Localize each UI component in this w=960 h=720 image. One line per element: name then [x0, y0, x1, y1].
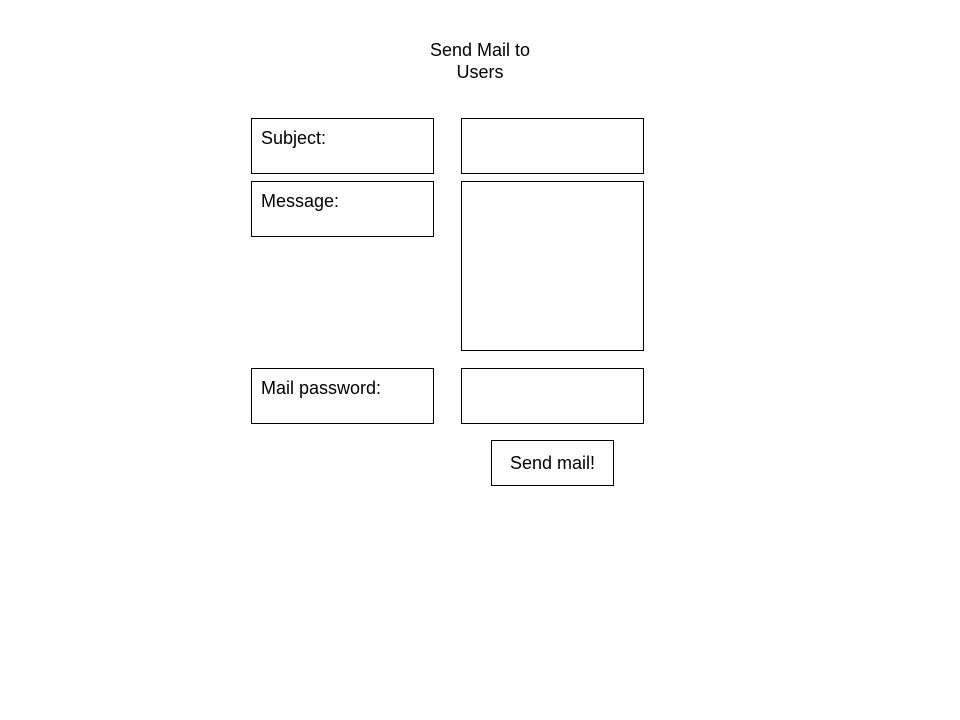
page-title-line-2: Users	[456, 62, 504, 82]
page-title: Send Mail to Users	[400, 39, 560, 83]
subject-input[interactable]	[461, 118, 644, 174]
send-mail-button[interactable]: Send mail!	[491, 440, 614, 486]
mail-password-input[interactable]	[461, 368, 644, 424]
mail-password-label: Mail password:	[251, 368, 434, 424]
message-textarea[interactable]	[461, 181, 644, 351]
message-label: Message:	[251, 181, 434, 237]
page-title-line-1: Send Mail to	[429, 40, 531, 60]
subject-label: Subject:	[251, 118, 434, 174]
